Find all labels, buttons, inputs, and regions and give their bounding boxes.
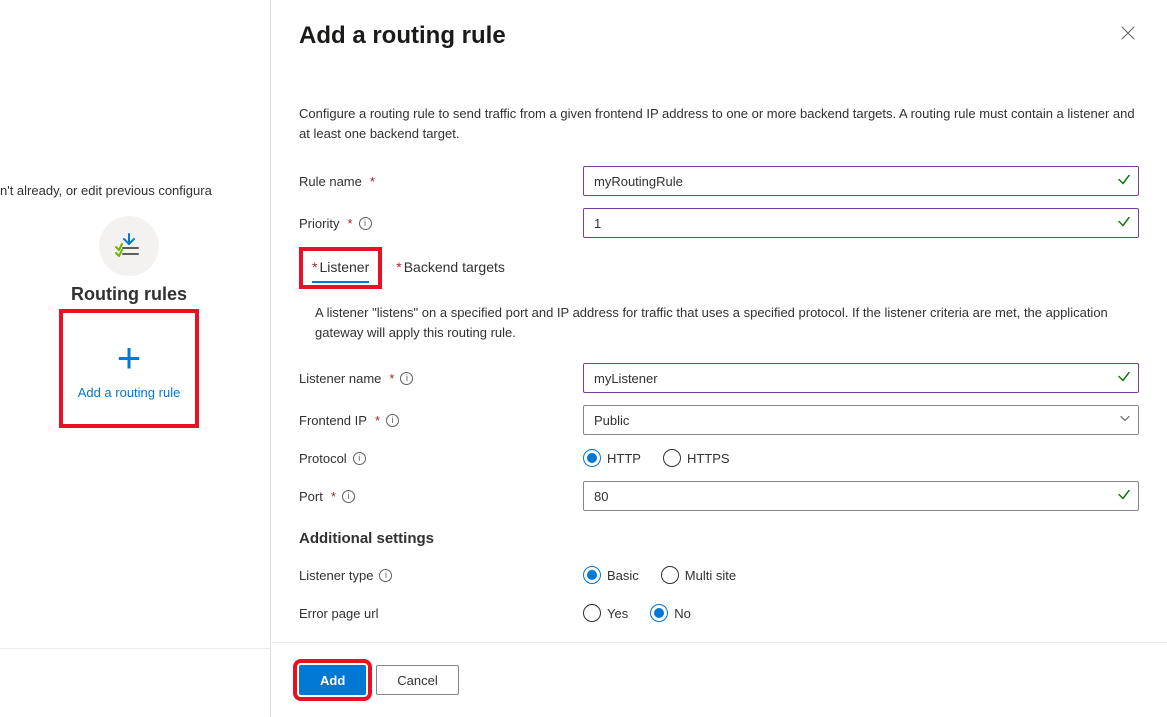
add-button[interactable]: Add — [299, 665, 366, 695]
port-input[interactable] — [583, 481, 1139, 511]
port-label: Port — [299, 489, 323, 504]
protocol-http-radio[interactable]: HTTP — [583, 449, 641, 467]
tab-listener[interactable]: *Listener — [304, 253, 377, 283]
error-page-url-label: Error page url — [299, 606, 378, 621]
add-routing-rule-label: Add a routing rule — [78, 385, 181, 400]
required-star: * — [370, 174, 375, 189]
cancel-button[interactable]: Cancel — [376, 665, 458, 695]
required-star: * — [331, 489, 336, 504]
required-star: * — [375, 413, 380, 428]
listener-description: A listener "listens" on a specified port… — [315, 303, 1139, 342]
checkmark-icon — [1117, 370, 1131, 387]
checkmark-icon — [1117, 173, 1131, 190]
checkmark-icon — [1117, 488, 1131, 505]
info-icon[interactable]: i — [353, 452, 366, 465]
listener-type-basic-radio[interactable]: Basic — [583, 566, 639, 584]
checkmark-icon — [1117, 215, 1131, 232]
rule-name-input[interactable] — [583, 166, 1139, 196]
priority-input[interactable] — [583, 208, 1139, 238]
panel-description: Configure a routing rule to send traffic… — [299, 104, 1139, 143]
frontend-ip-dropdown[interactable]: Public — [583, 405, 1139, 435]
frontend-ip-label: Frontend IP — [299, 413, 367, 428]
plus-icon: + — [117, 337, 142, 379]
listener-type-label: Listener type — [299, 568, 373, 583]
info-icon[interactable]: i — [379, 569, 392, 582]
truncated-prev-text: n't already, or edit previous configura — [0, 183, 270, 198]
step-title: Routing rules — [71, 284, 187, 305]
listener-name-input[interactable] — [583, 363, 1139, 393]
panel-title: Add a routing rule — [299, 22, 506, 50]
listener-type-multisite-radio[interactable]: Multi site — [661, 566, 736, 584]
required-star: * — [396, 259, 401, 275]
error-page-yes-radio[interactable]: Yes — [583, 604, 628, 622]
protocol-label: Protocol — [299, 451, 347, 466]
required-star: * — [347, 216, 352, 231]
rule-name-label: Rule name — [299, 174, 362, 189]
required-star: * — [312, 259, 317, 275]
routing-rules-step-icon — [99, 216, 159, 276]
protocol-https-radio[interactable]: HTTPS — [663, 449, 730, 467]
chevron-down-icon — [1119, 413, 1131, 428]
additional-settings-heading: Additional settings — [299, 530, 1139, 547]
info-icon[interactable]: i — [400, 372, 413, 385]
info-icon[interactable]: i — [342, 490, 355, 503]
routing-rule-panel: Add a routing rule Configure a routing r… — [270, 0, 1167, 717]
info-icon[interactable]: i — [386, 414, 399, 427]
required-star: * — [389, 371, 394, 386]
priority-label: Priority — [299, 216, 339, 231]
close-icon[interactable] — [1117, 22, 1139, 49]
error-page-no-radio[interactable]: No — [650, 604, 691, 622]
add-routing-rule-card[interactable]: + Add a routing rule — [61, 311, 197, 426]
tab-backend-targets[interactable]: *Backend targets — [388, 253, 513, 283]
listener-name-label: Listener name — [299, 371, 381, 386]
info-icon[interactable]: i — [359, 217, 372, 230]
